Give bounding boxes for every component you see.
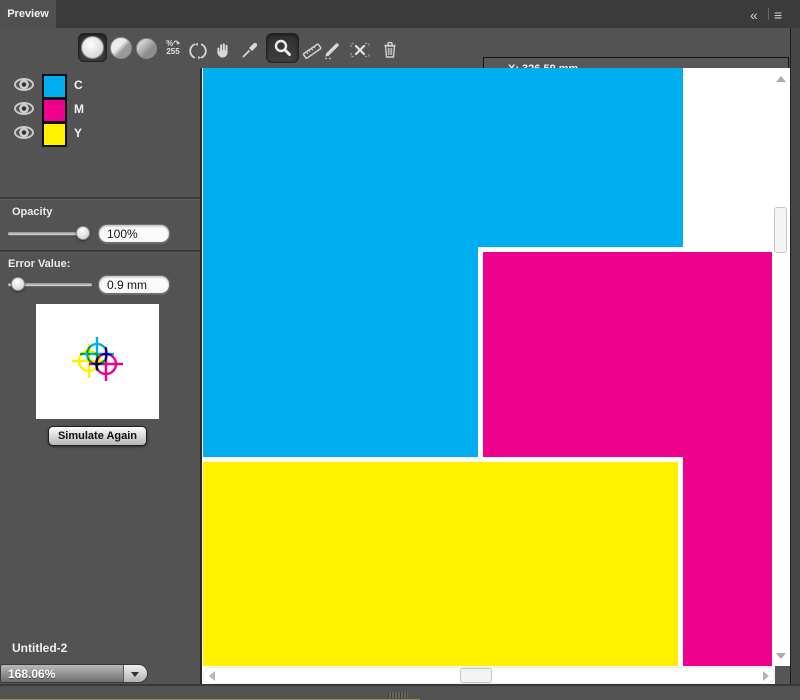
registration-mark bbox=[36, 304, 159, 419]
layer-y-label: Y bbox=[74, 126, 82, 140]
opacity-value-field[interactable] bbox=[98, 224, 170, 243]
section-divider bbox=[0, 250, 200, 252]
layer-m-visibility[interactable] bbox=[14, 102, 34, 115]
scroll-left-icon[interactable] bbox=[209, 671, 215, 681]
window-right-edge bbox=[790, 28, 800, 700]
eyedropper-tool[interactable] bbox=[240, 40, 260, 60]
zoom-tool-button[interactable] bbox=[266, 33, 299, 63]
sidebar: C M Y Opacity Error Value: Simulate A bbox=[0, 68, 202, 684]
canvas-viewport[interactable] bbox=[202, 68, 790, 684]
horizontal-scrollbar-thumb[interactable] bbox=[460, 668, 492, 683]
registration-preview bbox=[36, 304, 159, 419]
half-shaded-circle-icon bbox=[110, 37, 132, 59]
title-bar: Preview « ≡ bbox=[0, 0, 800, 28]
window-bottom-bar bbox=[0, 684, 800, 700]
separation-preview-window: Preview « ≡ %↷ 255 bbox=[0, 0, 800, 700]
layer-c-label: C bbox=[74, 78, 83, 92]
preview-mode-half-button[interactable] bbox=[110, 37, 132, 59]
preview-mode-shaded-button[interactable] bbox=[136, 38, 157, 59]
opacity-slider-thumb[interactable] bbox=[76, 226, 90, 240]
titlebar-divider bbox=[768, 8, 769, 20]
layer-y-visibility[interactable] bbox=[14, 126, 34, 139]
eye-icon bbox=[14, 102, 34, 115]
dropdown-button[interactable] bbox=[123, 665, 147, 682]
scroll-down-icon[interactable] bbox=[776, 653, 786, 659]
simulate-again-button[interactable]: Simulate Again bbox=[48, 426, 147, 446]
document-name: Untitled-2 bbox=[12, 641, 67, 655]
vertical-scrollbar[interactable] bbox=[772, 68, 790, 666]
layer-y-swatch bbox=[42, 122, 67, 147]
layer-c-visibility[interactable] bbox=[14, 78, 34, 91]
rotate-tool[interactable] bbox=[188, 41, 208, 61]
eye-icon bbox=[14, 78, 34, 91]
percent-255-tool[interactable]: %↷ 255 bbox=[160, 40, 186, 56]
tab-preview[interactable]: Preview bbox=[0, 0, 56, 28]
vertical-scrollbar-thumb[interactable] bbox=[774, 207, 787, 253]
solid-circle-icon bbox=[81, 36, 104, 59]
preview-mode-solid-button[interactable] bbox=[78, 33, 107, 62]
delete-selection-tool[interactable] bbox=[349, 40, 371, 60]
rotate-icon bbox=[188, 41, 208, 61]
eyedropper-icon bbox=[240, 40, 260, 60]
magnifier-icon bbox=[273, 38, 293, 58]
opacity-slider[interactable] bbox=[8, 232, 90, 235]
canvas-plates bbox=[202, 68, 790, 684]
collapse-panel-icon[interactable]: « bbox=[750, 8, 758, 22]
layers-panel: C M Y bbox=[0, 68, 200, 199]
scroll-up-icon[interactable] bbox=[776, 76, 786, 82]
trash-icon bbox=[381, 40, 399, 60]
pencil-icon bbox=[322, 40, 342, 60]
resize-grip[interactable] bbox=[388, 692, 408, 698]
error-value-field[interactable] bbox=[98, 275, 170, 294]
error-value-slider-thumb[interactable] bbox=[11, 277, 25, 291]
error-value-slider[interactable] bbox=[8, 283, 92, 286]
panel-menu-icon[interactable]: ≡ bbox=[774, 8, 782, 22]
zoom-level-value: 168.06% bbox=[8, 667, 55, 681]
toolbar: %↷ 255 bbox=[0, 28, 800, 69]
dashed-x-icon bbox=[349, 40, 371, 60]
hand-icon bbox=[214, 40, 234, 60]
error-value-label: Error Value: bbox=[8, 258, 70, 270]
scrollbar-corner bbox=[775, 666, 790, 684]
chevron-down-icon bbox=[131, 672, 139, 677]
yellow-plate bbox=[203, 462, 678, 666]
layer-c-swatch bbox=[42, 74, 67, 99]
eye-icon bbox=[14, 126, 34, 139]
hand-tool[interactable] bbox=[214, 40, 234, 60]
scroll-right-icon[interactable] bbox=[763, 671, 769, 681]
measure-tool[interactable] bbox=[301, 41, 323, 61]
annotate-tool[interactable] bbox=[322, 40, 342, 60]
layer-m-label: M bbox=[74, 102, 84, 116]
trash-tool[interactable] bbox=[381, 40, 399, 60]
shaded-circle-icon bbox=[136, 38, 157, 59]
opacity-label: Opacity bbox=[12, 206, 52, 218]
layer-m-swatch bbox=[42, 98, 67, 123]
horizontal-scrollbar[interactable] bbox=[203, 667, 775, 684]
zoom-level-dropdown[interactable]: 168.06% bbox=[0, 664, 148, 683]
ruler-icon bbox=[301, 41, 323, 61]
